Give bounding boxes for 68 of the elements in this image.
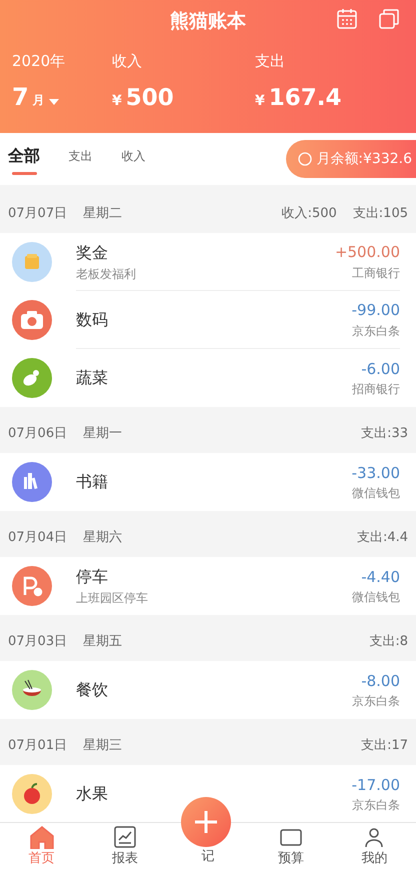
day-total: 收入:500 [282, 205, 337, 224]
day-date: 07月01日 [8, 737, 68, 756]
nav-tab[interactable]: 报表 [83, 823, 166, 870]
month-balance: 月余额:¥332.6 [316, 150, 412, 168]
caret-icon [48, 98, 59, 104]
day-total: 支出:17 [361, 737, 408, 756]
account-name: 京东白条 [352, 797, 400, 814]
weekday: 星期六 [83, 529, 122, 548]
account-name: 工商银行 [352, 264, 400, 282]
day-total: 支出:33 [361, 425, 408, 444]
day-date: 07月03日 [8, 633, 68, 652]
weekday: 星期三 [83, 737, 122, 756]
transaction-amount: +500.00 [334, 242, 400, 264]
transaction-amount: -6.00 [361, 358, 400, 380]
plus-icon [194, 810, 218, 834]
income-label: 收入 [112, 51, 143, 72]
category-name: 书籍 [76, 471, 109, 493]
transaction-row[interactable]: 数码 -99.00 京东白条 [0, 291, 416, 349]
category-name: 奖金 [76, 242, 109, 264]
circle-icon [298, 152, 312, 166]
nav-tab[interactable]: 我的 [332, 823, 416, 870]
app-title: 熊猫账本 [170, 8, 246, 34]
year-label: 2020年 [12, 51, 66, 72]
chart-icon [112, 824, 137, 848]
account-name: 招商银行 [352, 381, 400, 398]
day-date: 07月04日 [8, 529, 68, 548]
expense-amount: ¥ 167.4 [255, 84, 343, 112]
transaction-note: 上班园区停车 [76, 590, 149, 607]
income-amount: ¥ 500 [112, 84, 175, 112]
transaction-amount: -8.00 [361, 670, 400, 692]
weekday: 星期五 [83, 633, 122, 652]
account-name: 微信钱包 [352, 589, 400, 606]
transaction-amount: -33.00 [352, 462, 400, 484]
account-name: 京东白条 [352, 693, 400, 710]
copy-icon[interactable] [378, 8, 400, 30]
transaction-row[interactable]: 停车 上班园区停车 -4.40 微信钱包 [0, 557, 416, 615]
calendar-icon[interactable] [336, 8, 358, 30]
category-name: 水果 [76, 783, 109, 805]
transaction-row[interactable]: 书籍 -33.00 微信钱包 [0, 453, 416, 511]
nav-tab[interactable]: 预算 [250, 823, 333, 870]
transaction-amount: -4.40 [361, 566, 400, 588]
transaction-row[interactable]: 奖金 老板发福利 +500.00 工商银行 [0, 233, 416, 291]
filter-tab[interactable]: 收入 [121, 146, 146, 172]
day-total: 支出:4.4 [356, 529, 408, 548]
category-name: 停车 [76, 566, 109, 588]
filter-tab[interactable]: 全部 [8, 144, 40, 174]
category-name: 数码 [76, 308, 109, 330]
filter-tab[interactable]: 支出 [68, 146, 93, 172]
transaction-note: 老板发福利 [76, 266, 137, 282]
account-name: 微信钱包 [352, 485, 400, 502]
day-total: 支出:8 [369, 633, 408, 652]
transaction-row[interactable]: 蔬菜 -6.00 招商银行 [0, 349, 416, 407]
day-date: 07月07日 [8, 205, 68, 224]
transaction-row[interactable]: 水果 -17.00 京东白条 [0, 765, 416, 822]
day-total: 支出:105 [352, 205, 408, 224]
category-name: 蔬菜 [76, 367, 109, 389]
transaction-row[interactable]: 餐饮 -8.00 京东白条 [0, 661, 416, 719]
weekday: 星期一 [83, 425, 122, 444]
weekday: 星期二 [83, 205, 122, 224]
transaction-amount: -99.00 [352, 300, 400, 322]
expense-label: 支出 [255, 51, 286, 72]
nav-tab[interactable]: 记 [201, 848, 214, 868]
day-date: 07月06日 [8, 425, 68, 444]
category-name: 餐饮 [76, 679, 109, 701]
transaction-amount: -17.00 [352, 774, 400, 796]
add-record-button[interactable] [181, 797, 231, 847]
account-name: 京东白条 [352, 322, 400, 340]
home-icon [28, 824, 55, 848]
